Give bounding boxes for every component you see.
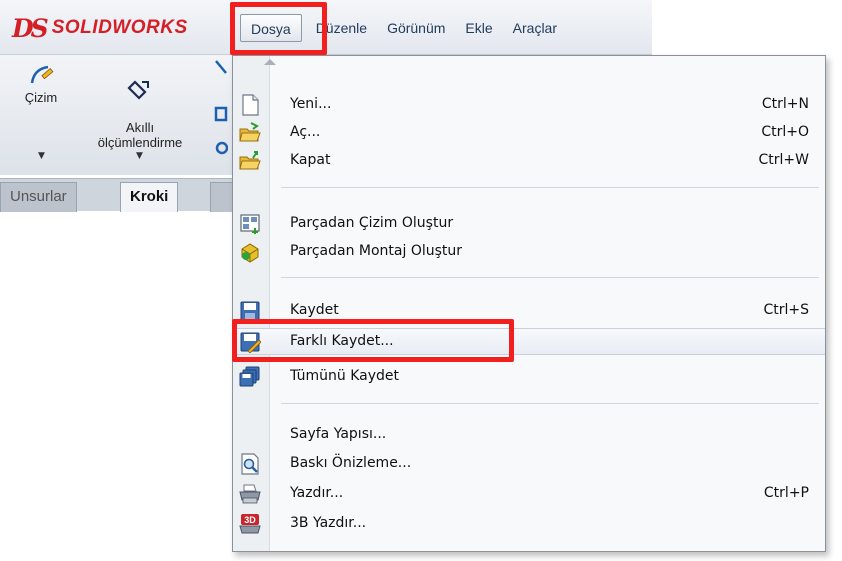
menu-item-print-3d-label: 3B Yazdır... [290,515,367,531]
make-drawing-icon [240,214,260,234]
menu-item-make-drawing[interactable]: Parçadan Çizim Oluştur [233,211,825,238]
menu-item-open[interactable]: Aç... Ctrl+O [233,120,825,147]
dimension-dropdown-arrow-icon[interactable]: ▼ [136,151,143,161]
solidworks-logo[interactable]: DS SOLIDWORKS [12,12,188,44]
print-3d-icon: 3D [239,514,261,534]
line-tool-icon[interactable] [214,59,228,77]
highlight-box-save-as [232,319,514,362]
tab-kroki[interactable]: Kroki [120,182,179,212]
brand-name: SOLIDWORKS [51,17,188,38]
command-manager-ribbon: Çizim Akıllı ölçümlendirme ▼ ▼ Unsurlar … [0,55,240,212]
menu-separator [281,277,819,278]
menu-item-new-shortcut: Ctrl+N [761,96,809,112]
menu-item-make-drawing-label: Parçadan Çizim Oluştur [290,215,454,231]
menu-item-print-label: Yazdır... [290,485,344,501]
menu-item-page-setup[interactable]: Sayfa Yapısı... [233,422,825,449]
print-preview-icon [241,453,259,475]
menu-ekle[interactable]: Ekle [455,14,502,42]
smart-dimension-label: Akıllı ölçümlendirme [97,120,183,150]
menu-item-make-assembly-label: Parçadan Montaj Oluştur [290,243,463,259]
menu-item-close-shortcut: Ctrl+W [758,152,809,168]
menu-item-page-setup-label: Sayfa Yapısı... [290,426,387,442]
menu-item-save-all-label: Tümünü Kaydet [290,368,399,384]
menu-item-open-shortcut: Ctrl+O [761,124,809,140]
make-assembly-icon [241,243,259,263]
menu-item-save-label: Kaydet [290,302,339,318]
menu-item-print-shortcut: Ctrl+P [763,485,809,501]
save-all-icon [239,366,260,387]
menu-separator [281,187,819,188]
close-folder-icon [239,151,261,170]
circle-tool-icon[interactable] [214,139,228,157]
menu-item-save-shortcut: Ctrl+S [763,302,809,318]
smart-dimension-icon [127,80,149,100]
highlight-box-dosya [230,2,327,55]
sketch-tool-label: Çizim [24,90,58,105]
sketch-dropdown-arrow-icon[interactable]: ▼ [38,151,45,161]
file-menu-dropdown: Yeni... Ctrl+N Aç... Ctrl+O Kapat Ctrl+W [232,55,826,552]
open-folder-icon [239,122,261,142]
menu-item-print[interactable]: Yazdır... Ctrl+P [233,481,825,508]
menu-item-print-preview[interactable]: Baskı Önizleme... [233,451,825,478]
menu-gorunum[interactable]: Görünüm [377,14,455,42]
menu-item-new-label: Yeni... [290,96,332,112]
menu-item-print-3d[interactable]: 3D 3B Yazdır... [233,511,825,538]
sketch-pencil-icon [30,65,54,84]
new-document-icon [242,94,259,116]
menu-separator [281,403,819,404]
menu-item-make-assembly[interactable]: Parçadan Montaj Oluştur [233,239,825,266]
smart-dimension-button[interactable]: Akıllı ölçümlendirme [82,63,198,150]
menu-item-save-all[interactable]: Tümünü Kaydet [233,364,825,391]
tab-unsurlar[interactable]: Unsurlar [0,182,77,212]
scroll-up-arrow-icon[interactable] [264,59,276,65]
menu-item-print-preview-label: Baskı Önizleme... [290,455,412,471]
ds-logo-mark: DS [12,13,49,43]
ribbon-tab-row: Unsurlar Kroki [0,178,240,212]
sketch-tool-button[interactable]: Çizim [18,63,64,105]
rectangle-tool-icon[interactable] [214,105,228,123]
menu-item-new[interactable]: Yeni... Ctrl+N [233,92,825,119]
svg-text:3D: 3D [244,515,256,525]
menu-item-open-label: Aç... [290,124,321,140]
menu-item-close[interactable]: Kapat Ctrl+W [233,148,825,175]
menu-araclar[interactable]: Araçlar [503,14,567,42]
menu-item-close-label: Kapat [290,152,331,168]
printer-icon [239,484,261,504]
